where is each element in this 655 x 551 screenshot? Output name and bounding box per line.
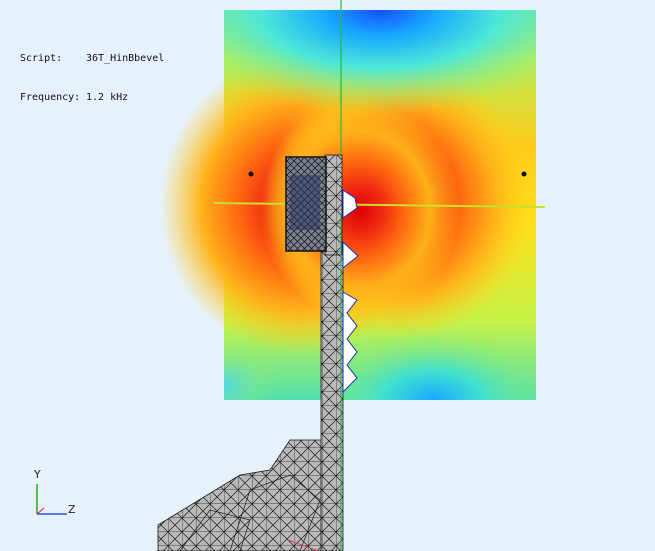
axis-triad: [36, 484, 67, 515]
probe-point-right: [521, 171, 527, 177]
frequency-value: 1.2 kHz: [86, 92, 129, 103]
z-axis-label: Z: [68, 503, 76, 516]
x-axis-arrow: [36, 507, 45, 515]
script-label: Script:: [20, 53, 63, 64]
frequency-label: Frequency:: [20, 92, 81, 103]
script-value: 36T_HinBbevel: [86, 53, 165, 64]
simulation-info: Script: 36T_HinBbevel Frequency: 1.2 kHz: [20, 26, 164, 130]
3d-viewport[interactable]: Script: 36T_HinBbevel Frequency: 1.2 kHz…: [0, 0, 655, 551]
speaker-box-mesh: [285, 156, 327, 252]
probe-point-left: [248, 171, 254, 177]
y-axis-label: Y: [34, 468, 41, 481]
base-mesh: [157, 439, 326, 551]
